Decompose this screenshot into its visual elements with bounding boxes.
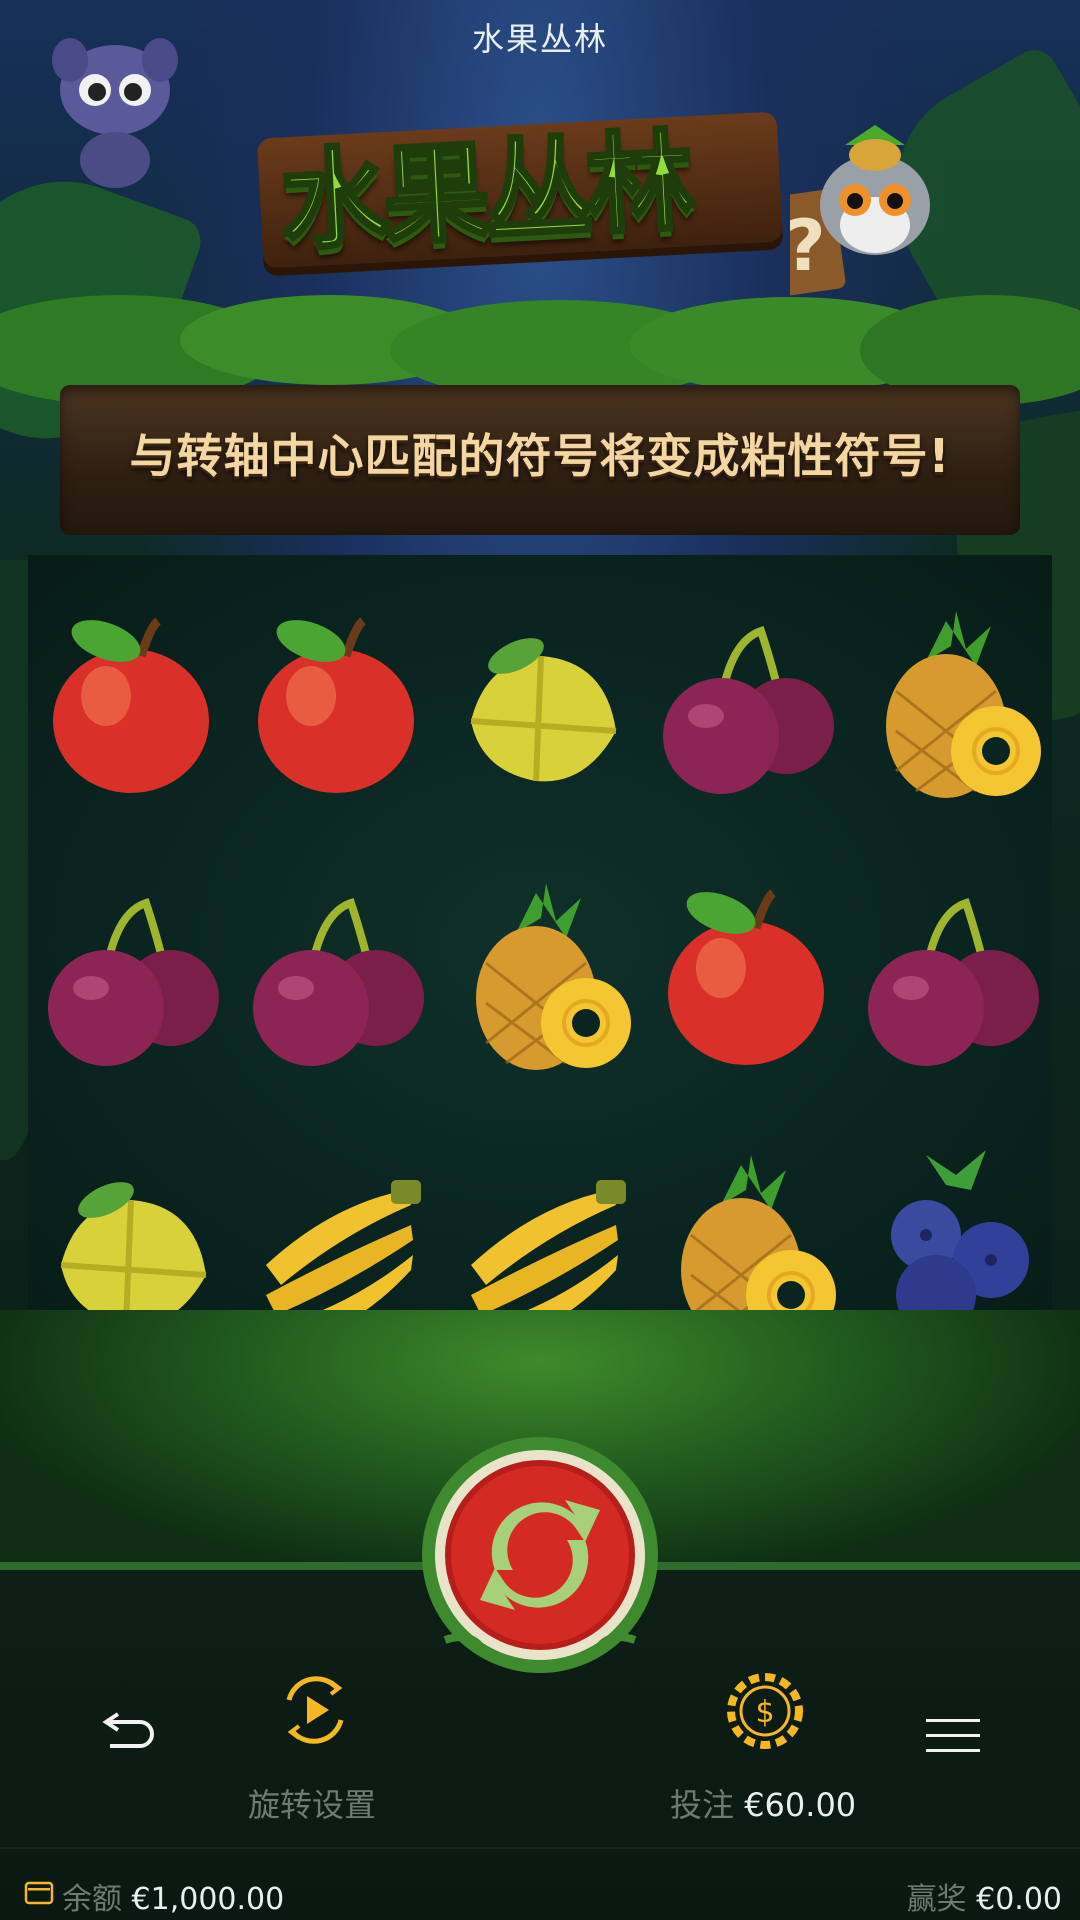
bet-button[interactable]: $	[727, 1673, 803, 1749]
wallet-icon	[24, 1880, 54, 1906]
apple-icon	[52, 617, 209, 793]
game-logo: 水果丛林	[256, 95, 784, 270]
spin-button[interactable]	[415, 1430, 665, 1680]
win-display: 赢奖 €0.00	[907, 1874, 1062, 1918]
plum-symbol	[643, 565, 848, 837]
plum-icon	[47, 897, 219, 1066]
apple-symbol	[233, 565, 438, 837]
win-value: €0.00	[976, 1882, 1062, 1917]
menu-button[interactable]	[926, 1715, 980, 1757]
pineapple-symbol	[848, 565, 1053, 837]
banner-text: 与转轴中心匹配的符号将变成粘性符号!	[129, 429, 951, 483]
spin-settings-button[interactable]	[275, 1670, 355, 1750]
reel-grid	[28, 565, 1052, 1381]
pineapple-icon	[475, 883, 631, 1070]
pineapple-icon	[885, 611, 1041, 798]
apple-icon	[257, 617, 414, 793]
apple-symbol	[643, 837, 848, 1109]
plum-icon	[867, 897, 1039, 1066]
plum-symbol	[233, 837, 438, 1109]
footer-separator	[0, 1847, 1080, 1849]
win-label: 赢奖	[906, 1882, 967, 1917]
starfruit-icon	[470, 638, 616, 782]
svg-text:?: ?	[790, 205, 826, 287]
lemur-mascot: ?	[790, 125, 930, 300]
logo-text: 水果丛林	[276, 117, 694, 267]
bet-label: 投注 €60.00	[670, 1780, 856, 1826]
back-button[interactable]	[96, 1708, 156, 1758]
bet-value: €60.00	[744, 1786, 857, 1824]
starfruit-symbol	[438, 565, 643, 837]
monkey-mascot	[52, 38, 178, 188]
spin-refresh-icon	[422, 1437, 658, 1673]
svg-text:$: $	[755, 1695, 774, 1730]
menu-icon	[926, 1719, 980, 1752]
bet-label-text: 投注	[670, 1786, 735, 1824]
plum-icon	[252, 897, 424, 1066]
balance-value: €1,000.00	[131, 1882, 285, 1917]
plum-symbol	[848, 837, 1053, 1109]
play-circle-icon	[286, 1676, 344, 1744]
back-arrow-icon	[102, 1712, 154, 1748]
pineapple-symbol	[438, 837, 643, 1109]
dollar-chip-icon: $	[727, 1673, 803, 1749]
balance-label: 余额	[62, 1882, 122, 1917]
apple-icon	[667, 889, 824, 1065]
apple-symbol	[28, 565, 233, 837]
spin-settings-label: 旋转设置	[248, 1786, 377, 1824]
plum-symbol	[28, 837, 233, 1109]
game-screen: 水果丛林 水果丛林 ? 与转轴中心匹配的符号将变成粘性符号!	[0, 0, 1080, 1920]
balance-display: 余额 €1,000.00	[62, 1874, 284, 1918]
plum-icon	[662, 625, 834, 794]
